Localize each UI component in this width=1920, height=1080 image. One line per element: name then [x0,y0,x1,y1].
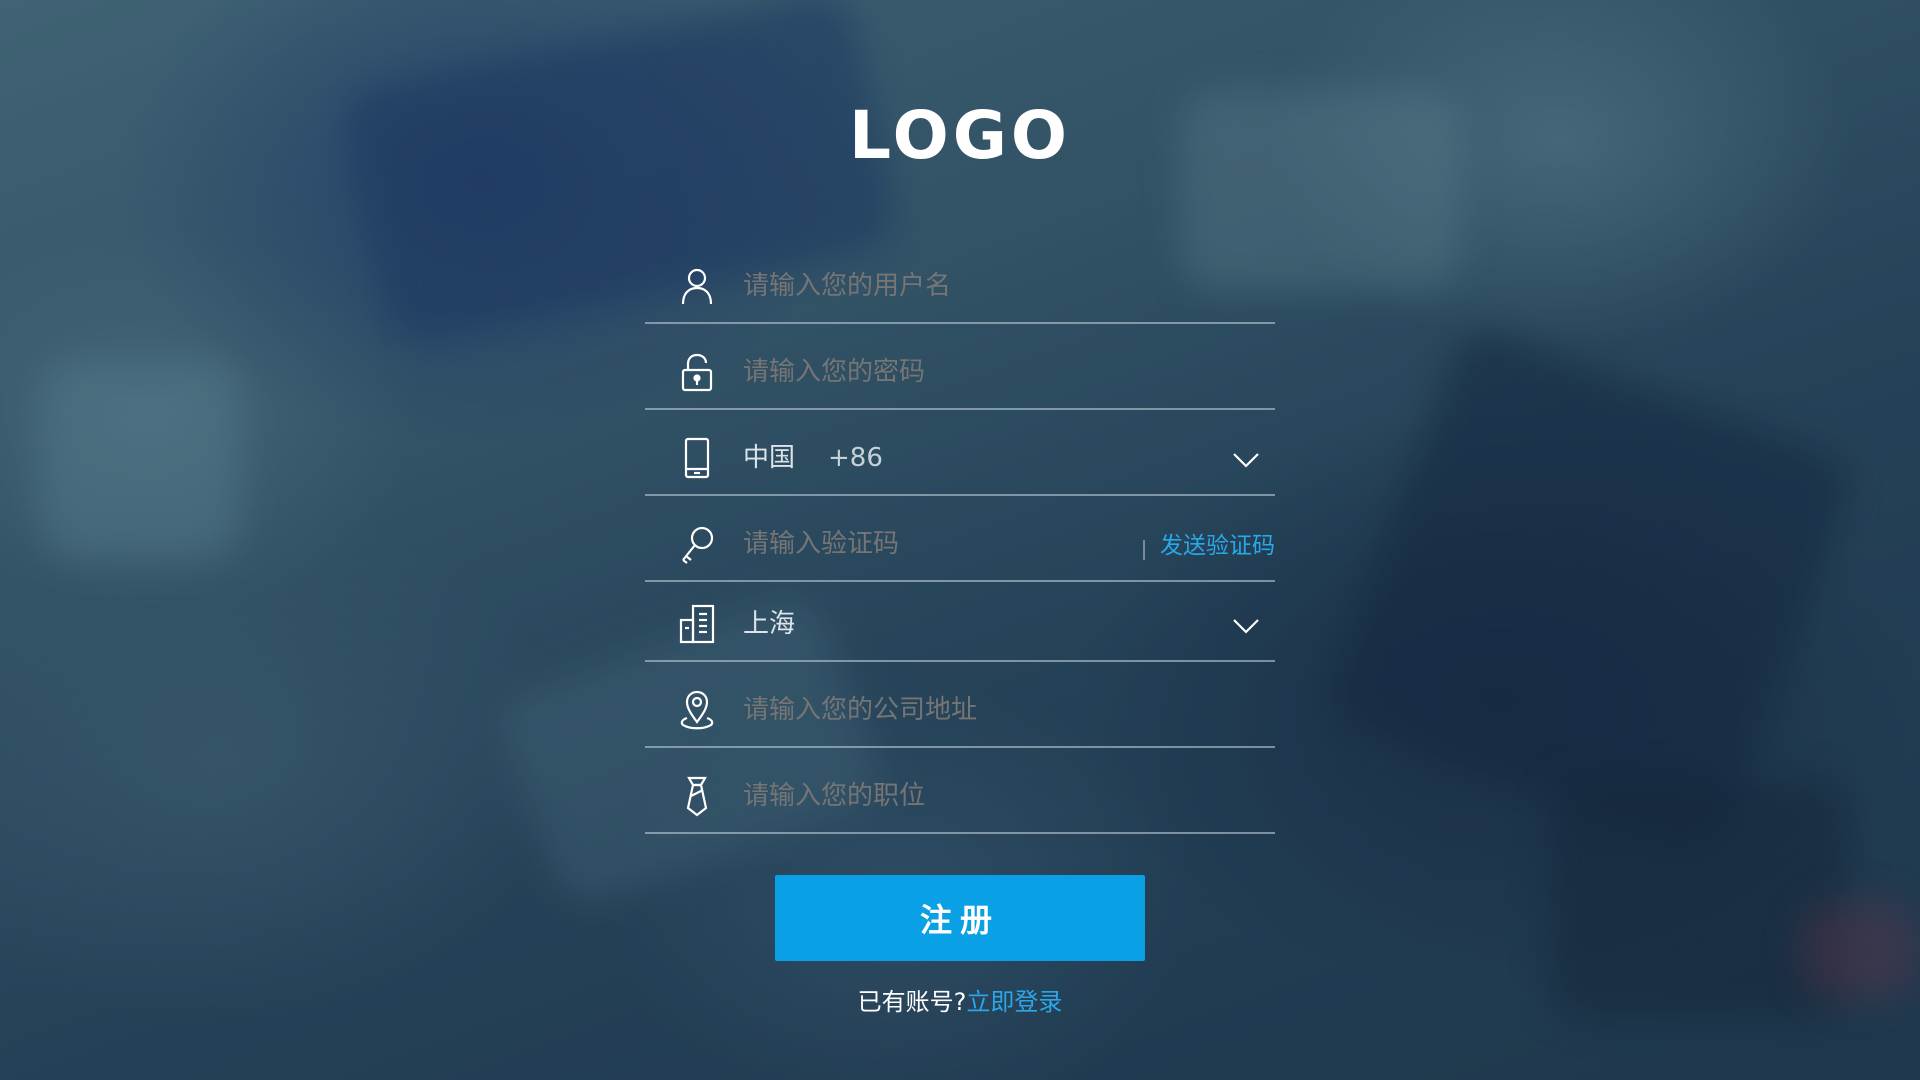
password-input[interactable] [743,350,1163,394]
username-input[interactable] [743,264,1163,308]
building-icon [677,602,717,646]
address-row [645,662,1275,748]
phone-icon [677,436,717,480]
register-button[interactable]: 注册 [775,875,1145,961]
key-icon [677,522,717,566]
city-value: 上海 [743,609,796,639]
password-row [645,324,1275,410]
login-prompt: 已有账号?立即登录 [0,984,1920,1020]
tie-icon [677,774,717,818]
chevron-down-icon[interactable] [1231,448,1261,472]
logo: LOGO [848,97,1072,174]
verification-row: 发送验证码 [645,496,1275,582]
verification-code-input[interactable] [743,522,1103,566]
country-name: 中国 [743,443,796,473]
position-input[interactable] [743,774,1163,818]
registration-form: 中国 +86 发送验证码 [645,238,1275,834]
lock-icon [677,350,717,394]
city-row[interactable]: 上海 [645,582,1275,662]
login-link[interactable]: 立即登录 [966,988,1062,1016]
location-pin-icon [677,688,717,732]
position-row [645,748,1275,834]
country-code: +86 [828,443,883,473]
send-code-button[interactable]: 发送验证码 [1160,524,1275,568]
company-address-input[interactable] [743,688,1163,732]
login-prompt-text: 已有账号? [857,988,967,1016]
username-row [645,238,1275,324]
chevron-down-icon[interactable] [1231,614,1261,638]
divider [1143,540,1145,560]
phone-country-row[interactable]: 中国 +86 [645,410,1275,496]
user-icon [677,264,717,308]
